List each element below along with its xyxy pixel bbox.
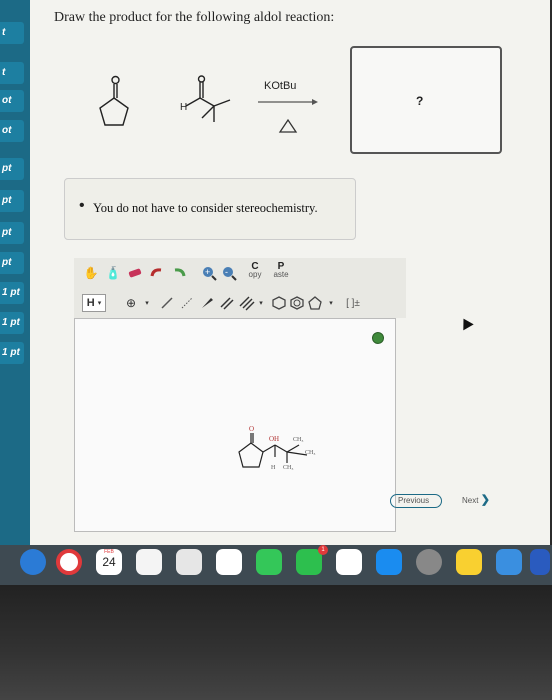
- word-icon[interactable]: [530, 549, 550, 575]
- monitor-bezel: [0, 585, 552, 700]
- news-icon[interactable]: [336, 549, 362, 575]
- app-store-icon[interactable]: [376, 549, 402, 575]
- svg-text:H: H: [180, 102, 187, 113]
- photos-icon[interactable]: [216, 549, 242, 575]
- note-box: • You do not have to consider stereochem…: [64, 178, 356, 240]
- product-structure: O OH CH₃ CH₃ H CH₃: [238, 425, 315, 471]
- sidebar-item[interactable]: pt: [0, 158, 24, 180]
- sidebar-item[interactable]: pt: [0, 252, 24, 274]
- hashed-bond-icon[interactable]: [178, 294, 196, 312]
- paste-button-label: aste: [273, 270, 289, 279]
- answer-box[interactable]: ?: [350, 46, 502, 154]
- chrome-icon[interactable]: [56, 549, 82, 575]
- messages-icon[interactable]: [256, 549, 282, 575]
- reminders-icon[interactable]: [136, 549, 162, 575]
- bottle-icon[interactable]: 🧴: [104, 264, 122, 282]
- chevron-down-icon[interactable]: ▾: [322, 294, 340, 312]
- sidebar-item[interactable]: 1 pt: [0, 282, 24, 304]
- hydroxyl-label: OH: [269, 435, 279, 443]
- single-bond-icon[interactable]: [158, 294, 176, 312]
- safari-icon[interactable]: [20, 549, 46, 575]
- cyclopentanone-structure: [99, 75, 129, 126]
- question-page: Draw the product for the following aldol…: [30, 0, 550, 545]
- hexagon-ring-icon[interactable]: [270, 294, 288, 312]
- sidebar-item[interactable]: pt: [0, 190, 24, 212]
- methyl-right-label: CH₃: [305, 450, 315, 456]
- hydrogen-label: H: [271, 465, 276, 471]
- bullet: •: [79, 197, 85, 214]
- atom-selector[interactable]: H ▾: [82, 294, 106, 312]
- reagent-label: KOtBu: [264, 80, 297, 92]
- next-button[interactable]: Next ❯: [462, 494, 490, 508]
- score-sidebar: t t ot ot pt pt pt pt 1 pt 1 pt 1 pt: [0, 0, 30, 545]
- cursor-icon: [458, 315, 474, 331]
- svg-text:-: -: [225, 267, 228, 277]
- bracket-tool[interactable]: [ ]±: [340, 294, 366, 312]
- redo-icon[interactable]: [170, 264, 188, 282]
- sidebar-item[interactable]: 1 pt: [0, 312, 24, 334]
- sidebar-item[interactable]: 1 pt: [0, 342, 24, 364]
- chevron-right-icon: ❯: [480, 494, 490, 506]
- zoom-in-icon[interactable]: +: [200, 264, 218, 282]
- notes-icon[interactable]: [456, 549, 482, 575]
- next-button-label: Next: [462, 496, 479, 505]
- check-answer-icon[interactable]: [372, 332, 384, 344]
- sidebar-item[interactable]: t: [0, 62, 24, 84]
- hand-icon[interactable]: ✋: [82, 264, 100, 282]
- maps-icon[interactable]: [176, 549, 202, 575]
- note-text: You do not have to consider stereochemis…: [93, 201, 318, 215]
- drawing-canvas[interactable]: O OH CH₃ CH₃ H CH₃: [74, 318, 396, 532]
- notification-badge: 1: [318, 545, 328, 555]
- calendar-icon[interactable]: FEB 24: [96, 549, 122, 575]
- methyl-bottom-label: CH₃: [283, 465, 293, 471]
- sidebar-item[interactable]: pt: [0, 222, 24, 244]
- weather-icon[interactable]: [496, 549, 522, 575]
- bracket-tool-label: [ ]±: [346, 297, 360, 309]
- mac-dock: FEB 24 1: [0, 545, 552, 585]
- drawing-toolbar: ✋ 🧴 + - C opy P aste H ▾ ⊕ ▾ ▾ ▾ []±: [74, 258, 406, 318]
- system-preferences-icon[interactable]: [416, 549, 442, 575]
- benzene-ring-icon[interactable]: [288, 294, 306, 312]
- copy-button-label: opy: [248, 270, 262, 279]
- svg-text:+: +: [205, 267, 210, 277]
- sidebar-item[interactable]: ot: [0, 90, 24, 112]
- chevron-down-icon[interactable]: ▾: [138, 294, 156, 312]
- chevron-down-icon: ▾: [97, 300, 102, 307]
- chevron-down-icon[interactable]: ▾: [252, 294, 270, 312]
- paste-button[interactable]: P aste: [272, 262, 290, 280]
- answer-placeholder: ?: [416, 94, 424, 108]
- calendar-day: 24: [102, 555, 116, 569]
- methyl-top-label: CH₃: [293, 437, 303, 443]
- isobutyraldehyde-structure: [185, 75, 231, 122]
- reaction-scheme: H: [99, 75, 318, 133]
- question-text: Draw the product for the following aldol…: [54, 10, 335, 25]
- wedge-bond-icon[interactable]: [198, 294, 216, 312]
- previous-button[interactable]: Previous: [390, 494, 442, 508]
- atom-selector-label: H: [86, 297, 95, 309]
- zoom-out-icon[interactable]: -: [220, 264, 238, 282]
- sidebar-item[interactable]: ot: [0, 120, 24, 142]
- double-bond-icon[interactable]: [218, 294, 236, 312]
- sidebar-item[interactable]: t: [0, 22, 24, 44]
- undo-icon[interactable]: [148, 264, 166, 282]
- carbonyl-oxygen-label: O: [249, 425, 254, 433]
- eraser-icon[interactable]: [126, 264, 144, 282]
- copy-button[interactable]: C opy: [246, 262, 264, 280]
